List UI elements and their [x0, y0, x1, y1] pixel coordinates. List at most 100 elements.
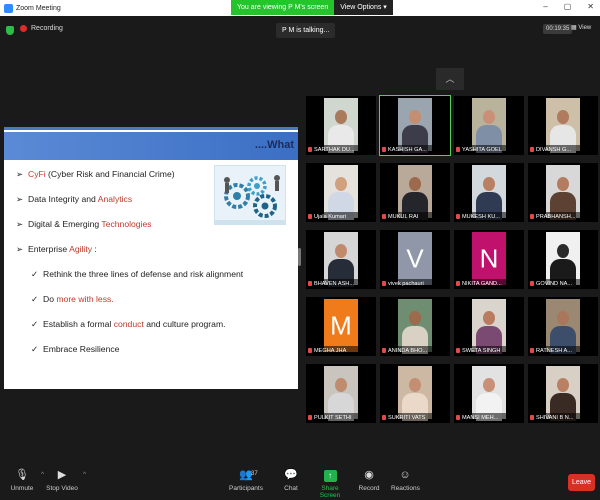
- muted-microphone-icon: [530, 147, 534, 153]
- participant-tile[interactable]: KASHISH GA...: [379, 95, 451, 156]
- video-feed: [472, 98, 506, 153]
- person-head: [483, 311, 495, 325]
- video-feed: [324, 232, 358, 287]
- collapse-gallery-button[interactable]: ︿: [436, 68, 464, 90]
- minimize-button[interactable]: –: [543, 2, 547, 11]
- muted-microphone-icon: [382, 348, 386, 354]
- participant-name: KASHISH GA...: [388, 147, 427, 153]
- participant-tile[interactable]: ANINDA BHO...: [380, 297, 450, 356]
- bullet-text: Establish a formal: [43, 319, 114, 329]
- participant-name-bar: MEGHA JHA: [306, 346, 376, 356]
- shield-icon[interactable]: [6, 26, 14, 35]
- participant-tile[interactable]: BHAVEN ASH...: [306, 230, 376, 289]
- participant-name: ANINDA BHO...: [388, 348, 428, 354]
- participant-name: vivek pachauri: [388, 281, 424, 287]
- record-button[interactable]: ◉ Record: [358, 468, 380, 492]
- participant-name: MEGHA JHA: [314, 348, 347, 354]
- muted-microphone-icon: [530, 348, 534, 354]
- avatar: M: [324, 299, 358, 352]
- person-head: [557, 244, 569, 258]
- check-mark-icon: ✓: [31, 344, 39, 354]
- muted-microphone-icon: [456, 214, 460, 220]
- participant-tile[interactable]: MANSI MEH...: [454, 364, 524, 423]
- recording-indicator[interactable]: Recording: [20, 25, 63, 32]
- person-head: [409, 177, 421, 191]
- participant-tile[interactable]: SARTHAK DU...: [306, 96, 376, 155]
- unmute-options-caret[interactable]: ^: [41, 472, 44, 478]
- window-controls: – ▢ ✕: [543, 2, 594, 11]
- video-feed: [398, 165, 432, 220]
- participant-tile[interactable]: MUKUL RAI: [380, 163, 450, 222]
- participant-name: MUKESH KU...: [462, 214, 500, 220]
- record-label: Record: [358, 485, 380, 492]
- grid-icon: ▦: [571, 25, 577, 31]
- maximize-button[interactable]: ▢: [564, 2, 572, 11]
- participant-tile[interactable]: PRABHANSH...: [528, 163, 598, 222]
- video-feed: [472, 299, 506, 354]
- participant-name-bar: SHIVANI B N...: [528, 413, 598, 423]
- participants-button[interactable]: 👥 Participants: [228, 468, 264, 492]
- participant-name: SWETA SINGH: [462, 348, 501, 354]
- slide-bullet-list: ➢ CyFi (Cyber Risk and Financial Crime) ➢ D…: [16, 169, 243, 369]
- video-camera-icon: ▶: [57, 469, 67, 481]
- participant-tile[interactable]: SHIVANI B N...: [528, 364, 598, 423]
- person-head: [557, 177, 569, 191]
- participant-name-bar: NIKITA GAND...: [454, 279, 524, 289]
- highlighted-text: Technologies: [101, 219, 152, 229]
- participant-name-bar: SWETA SINGH: [454, 346, 524, 356]
- leave-button[interactable]: Leave: [568, 474, 595, 491]
- view-button[interactable]: ▦ View: [571, 24, 591, 31]
- participant-tile[interactable]: N NIKITA GAND...: [454, 230, 524, 289]
- share-screen-button[interactable]: ↑ Share Screen: [313, 468, 347, 499]
- participant-tile[interactable]: GOVIND NA...: [528, 230, 598, 289]
- participant-tile[interactable]: Ujala Kumari: [306, 163, 376, 222]
- video-options-caret[interactable]: ^: [83, 472, 86, 478]
- app-title: Zoom Meeting: [0, 3, 61, 13]
- meeting-toolbar: 🎙 Unmute ^ ▶ Stop Video ^ 👥 Participants…: [0, 466, 600, 500]
- video-feed: [546, 232, 580, 287]
- participant-tile[interactable]: SWETA SINGH: [454, 297, 524, 356]
- bullet-text: Embrace Resilience: [43, 344, 120, 354]
- video-feed: [324, 98, 358, 153]
- participant-name: MUKUL RAI: [388, 214, 419, 220]
- chevron-down-icon: ▾: [383, 4, 387, 11]
- participant-name: RATNESH A...: [536, 348, 572, 354]
- muted-microphone-icon: [308, 281, 312, 287]
- chat-bubble-icon: 💬: [284, 469, 298, 481]
- participant-name-bar: vivek pachauri: [380, 279, 450, 289]
- participant-tile[interactable]: SUKRITI VATS: [380, 364, 450, 423]
- participant-tile[interactable]: DIVANSH G...: [528, 96, 598, 155]
- participant-tile[interactable]: RATNESH A...: [528, 297, 598, 356]
- splitter-handle[interactable]: [298, 248, 301, 266]
- smiley-icon: ☺: [399, 469, 411, 481]
- video-feed: [398, 299, 432, 354]
- viewing-screen-label: You are viewing P M's screen: [231, 0, 335, 15]
- slide-bullet: ➢ CyFi (Cyber Risk and Financial Crime): [16, 169, 243, 194]
- stop-video-button[interactable]: ▶ Stop Video ^: [46, 468, 86, 492]
- participant-tile[interactable]: MUKESH KU...: [454, 163, 524, 222]
- muted-microphone-icon: [382, 415, 386, 421]
- video-feed: [546, 366, 580, 421]
- video-feed: [472, 366, 506, 421]
- person-head: [409, 378, 421, 392]
- reactions-button[interactable]: ☺ Reactions: [391, 468, 420, 492]
- gears-illustration: [214, 165, 286, 225]
- participant-name: SHIVANI B N...: [536, 415, 574, 421]
- participant-tile[interactable]: M MEGHA JHA: [306, 297, 376, 356]
- arrow-bullet-icon: ➢: [16, 219, 24, 229]
- chat-button[interactable]: 💬 Chat: [282, 468, 300, 492]
- unmute-button[interactable]: 🎙 Unmute ^: [8, 468, 44, 492]
- slide-sub-bullet: ✓ Embrace Resilience: [16, 344, 243, 369]
- highlighted-text: Agility: [69, 244, 93, 254]
- participant-name-bar: PULKIT SETHI: [306, 413, 376, 423]
- video-feed: [324, 165, 358, 220]
- muted-microphone-icon: [456, 147, 460, 153]
- bullet-text: (Cyber Risk and Financial Crime): [45, 169, 175, 179]
- participant-tile[interactable]: YASHITA GOEL: [454, 96, 524, 155]
- view-options-button[interactable]: View Options ▾: [334, 0, 393, 15]
- gears-icon: [215, 166, 285, 224]
- participant-tile[interactable]: PULKIT SETHI: [306, 364, 376, 423]
- slide-sub-bullet: ✓ Rethink the three lines of defense and …: [16, 269, 243, 294]
- participant-tile[interactable]: Vvivek pachauri: [380, 230, 450, 289]
- close-button[interactable]: ✕: [587, 2, 594, 11]
